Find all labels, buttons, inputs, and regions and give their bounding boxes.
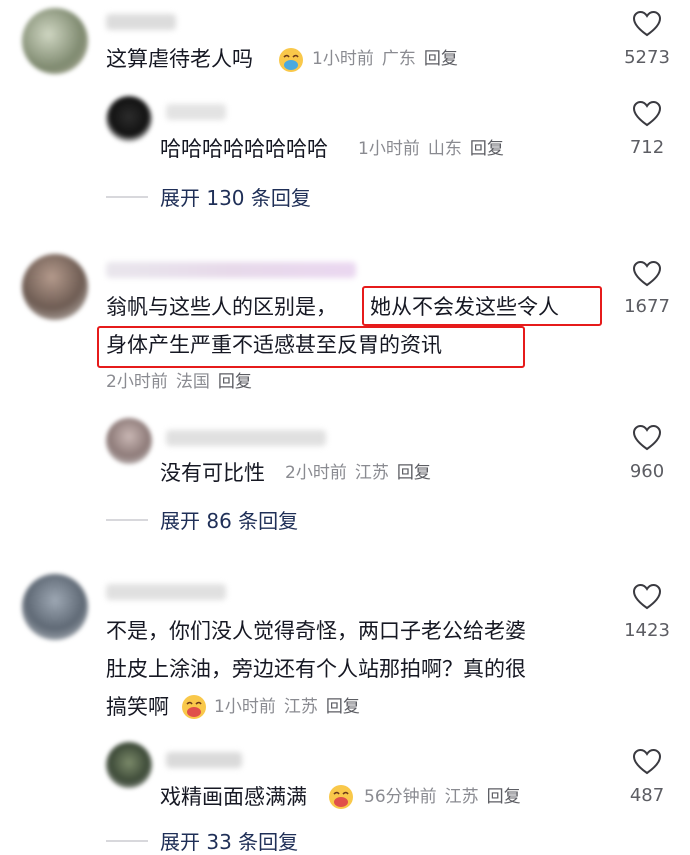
divider <box>106 840 148 842</box>
comment-meta: 2小时前 江苏 回复 <box>285 463 431 483</box>
highlight-box <box>362 286 602 326</box>
comment-text-line1: 不是，你们没人觉得奇怪，两口子老公给老婆 <box>106 619 526 643</box>
comment-meta: 1小时前 广东 回复 <box>312 49 458 69</box>
avatar[interactable] <box>106 418 152 464</box>
reply-text: 哈哈哈哈哈哈哈哈 <box>160 137 328 161</box>
crying-laughing-emoji-icon <box>329 785 353 809</box>
comment-meta: 1小时前 江苏 回复 <box>214 697 360 717</box>
divider <box>106 196 148 198</box>
username-blurred[interactable] <box>106 262 356 278</box>
comment-meta: 56分钟前 江苏 回复 <box>364 787 521 807</box>
username-blurred[interactable] <box>166 104 226 120</box>
reply-button[interactable]: 回复 <box>487 787 521 807</box>
expand-replies-button[interactable]: 展开 33 条回复 <box>160 826 298 855</box>
avatar[interactable] <box>22 8 88 74</box>
expand-replies-button[interactable]: 展开 86 条回复 <box>160 505 298 534</box>
like-count: 712 <box>629 137 665 158</box>
like-count: 960 <box>629 461 665 482</box>
comment-meta: 2小时前 法国 回复 <box>106 372 252 392</box>
comment-text-line3: 搞笑啊 <box>106 695 169 719</box>
comment-text: 这算虐待老人吗 <box>106 47 253 71</box>
avatar[interactable] <box>22 574 88 640</box>
heart-outline-icon[interactable] <box>632 10 662 37</box>
heart-outline-icon[interactable] <box>632 424 662 451</box>
divider <box>106 519 148 521</box>
crying-laughing-emoji-icon <box>279 48 303 72</box>
reply-button[interactable]: 回复 <box>326 697 360 717</box>
comment-meta: 1小时前 山东 回复 <box>358 139 504 159</box>
heart-outline-icon[interactable] <box>632 748 662 775</box>
heart-outline-icon[interactable] <box>632 260 662 287</box>
reply-text: 没有可比性 <box>160 461 265 485</box>
like-count: 487 <box>629 785 665 806</box>
comment-text-line1-a: 翁帆与这些人的区别是， <box>106 295 337 319</box>
avatar[interactable] <box>106 742 152 788</box>
username-blurred[interactable] <box>106 584 226 600</box>
username-blurred[interactable] <box>166 430 326 446</box>
highlight-box <box>97 326 525 368</box>
reply-button[interactable]: 回复 <box>424 49 458 69</box>
heart-outline-icon[interactable] <box>632 583 662 610</box>
reply-button[interactable]: 回复 <box>218 372 252 392</box>
crying-laughing-emoji-icon <box>182 695 206 719</box>
comment-text-line2: 肚皮上涂油，旁边还有个人站那拍啊？真的很 <box>106 657 526 681</box>
username-blurred[interactable] <box>106 14 176 30</box>
reply-button[interactable]: 回复 <box>397 463 431 483</box>
avatar[interactable] <box>106 96 152 142</box>
heart-outline-icon[interactable] <box>632 100 662 127</box>
like-count: 5273 <box>624 47 670 68</box>
reply-button[interactable]: 回复 <box>470 139 504 159</box>
username-blurred[interactable] <box>166 752 242 768</box>
like-count: 1423 <box>624 620 670 641</box>
expand-replies-button[interactable]: 展开 130 条回复 <box>160 182 311 211</box>
reply-text: 戏精画面感满满 <box>160 785 307 809</box>
like-count: 1677 <box>624 296 670 317</box>
avatar[interactable] <box>22 254 88 320</box>
